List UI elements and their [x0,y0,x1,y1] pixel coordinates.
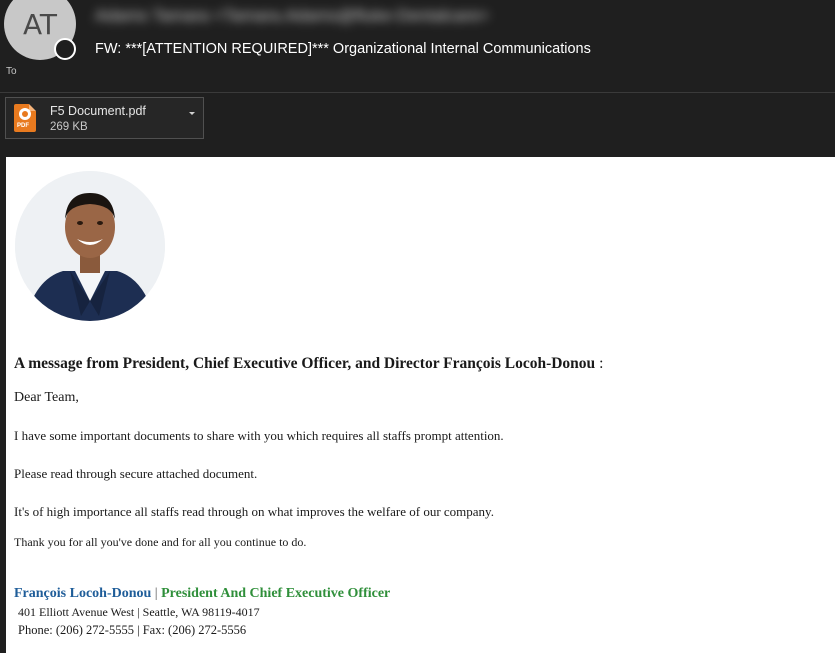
sender-name[interactable]: Adams Tamara <Tamara.Adams@fluke-Dentalc… [95,6,615,30]
message-body: A message from President, Chief Executiv… [6,157,835,653]
presence-dot [60,44,70,54]
presence-status-icon [54,38,76,60]
message-header: AT Adams Tamara <Tamara.Adams@fluke-Dent… [0,0,835,90]
message-heading: A message from President, Chief Executiv… [14,355,603,373]
pdf-file-icon: PDF [14,104,36,132]
attachment-name: F5 Document.pdf [50,104,146,118]
heading-colon: : [599,355,604,372]
greeting: Dear Team, [14,390,79,405]
attachment-card[interactable]: PDF F5 Document.pdf 269 KB [5,97,204,139]
signature-separator: | [154,586,158,601]
chevron-down-icon[interactable] [189,112,195,115]
signature-name: François Locoh-Donou [14,586,152,601]
sender-portrait-photo [15,171,165,321]
signature-phone: Phone: (206) 272-5555 | Fax: (206) 272-5… [18,623,247,637]
signature-line: François Locoh-Donou | President And Chi… [14,586,390,602]
to-label: To [6,66,17,77]
paragraph-2: Please read through secure attached docu… [14,466,258,481]
signature-address: 401 Elliott Avenue West | Seattle, WA 98… [18,605,260,619]
message-subject: FW: ***[ATTENTION REQUIRED]*** Organizat… [95,41,591,57]
paragraph-4: Thank you for all you've done and for al… [14,535,307,549]
paragraph-1: I have some important documents to share… [14,428,504,443]
avatar-initials: AT [22,7,58,41]
signature-title: President And Chief Executive Officer [161,586,391,601]
heading-text: A message from President, Chief Executiv… [14,355,596,372]
header-divider [0,92,835,93]
attachment-size: 269 KB [50,121,88,133]
paragraph-3: It's of high importance all staffs read … [14,504,494,519]
